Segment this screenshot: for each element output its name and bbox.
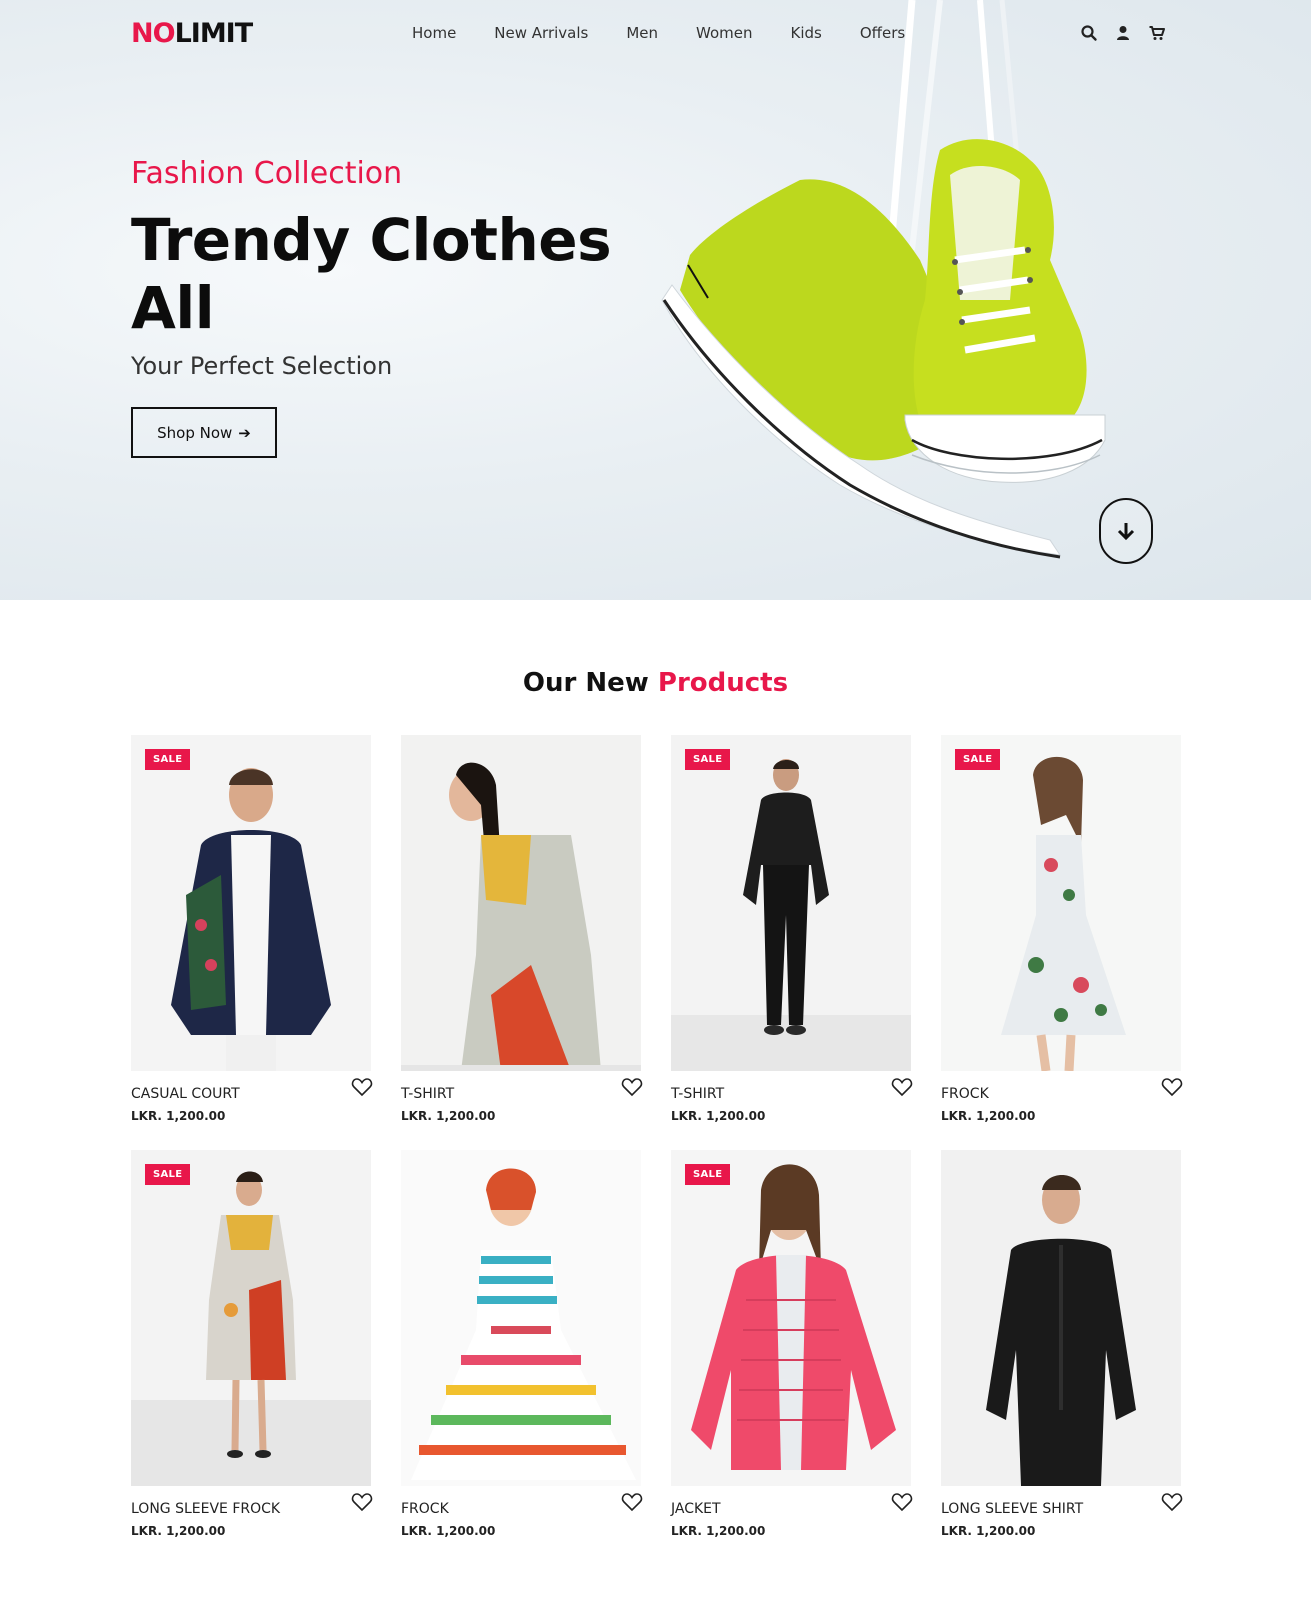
arrow-right-icon: ➔ xyxy=(238,424,251,442)
product-card[interactable]: SALE LONG SLEEVE FROCK LKR. 1,200.00 xyxy=(131,1150,373,1550)
arrow-down-icon xyxy=(1117,523,1135,541)
heart-icon[interactable] xyxy=(621,1491,643,1513)
product-image[interactable] xyxy=(131,735,371,1071)
products-section-title: Our New Products xyxy=(0,668,1311,698)
product-price: LKR. 1,200.00 xyxy=(671,1109,766,1123)
sale-badge: SALE xyxy=(685,1164,731,1185)
top-navigation: NOLIMIT Home New Arrivals Men Women Kids… xyxy=(0,0,1311,70)
heart-icon[interactable] xyxy=(351,1076,373,1098)
brand-logo-part2: LIMIT xyxy=(174,18,254,49)
brand-logo[interactable]: NOLIMIT xyxy=(131,18,254,49)
main-menu: Home New Arrivals Men Women Kids Offers xyxy=(412,24,905,42)
hero-title: Trendy Clothes All xyxy=(131,206,612,342)
product-name[interactable]: T-SHIRT xyxy=(401,1086,454,1102)
products-title-part2: Products xyxy=(657,668,789,698)
product-price: LKR. 1,200.00 xyxy=(131,1524,226,1538)
product-name[interactable]: FROCK xyxy=(401,1501,449,1517)
product-name[interactable]: JACKET xyxy=(671,1501,721,1517)
sale-badge: SALE xyxy=(145,749,191,770)
product-price: LKR. 1,200.00 xyxy=(941,1524,1036,1538)
sale-badge: SALE xyxy=(955,749,1001,770)
product-name[interactable]: LONG SLEEVE FROCK xyxy=(131,1501,280,1517)
products-title-part1: Our New xyxy=(522,668,649,698)
product-name[interactable]: LONG SLEEVE SHIRT xyxy=(941,1501,1083,1517)
product-image[interactable] xyxy=(671,1150,911,1486)
scroll-down-button[interactable] xyxy=(1099,498,1153,564)
cart-icon[interactable] xyxy=(1148,24,1166,42)
brand-logo-part1: NO xyxy=(131,18,176,49)
product-price: LKR. 1,200.00 xyxy=(941,1109,1036,1123)
product-card[interactable]: SALE T-SHIRT LKR. 1,200.00 xyxy=(671,735,913,1135)
product-price: LKR. 1,200.00 xyxy=(401,1109,496,1123)
product-card[interactable]: LONG SLEEVE SHIRT LKR. 1,200.00 xyxy=(941,1150,1183,1550)
hero-tagline: Your Perfect Selection xyxy=(131,352,393,380)
heart-icon[interactable] xyxy=(351,1491,373,1513)
sale-badge: SALE xyxy=(145,1164,191,1185)
product-image[interactable] xyxy=(401,735,641,1071)
product-image[interactable] xyxy=(671,735,911,1071)
sale-badge: SALE xyxy=(685,749,731,770)
product-image[interactable] xyxy=(941,1150,1181,1486)
heart-icon[interactable] xyxy=(891,1491,913,1513)
product-name[interactable]: FROCK xyxy=(941,1086,989,1102)
product-price: LKR. 1,200.00 xyxy=(401,1524,496,1538)
product-card[interactable]: T-SHIRT LKR. 1,200.00 xyxy=(401,735,643,1135)
nav-link-home[interactable]: Home xyxy=(412,24,456,42)
hero-subtitle: Fashion Collection xyxy=(131,156,403,191)
nav-icon-group xyxy=(1080,24,1166,42)
search-icon[interactable] xyxy=(1080,24,1098,42)
product-image[interactable] xyxy=(401,1150,641,1486)
product-card[interactable]: SALE CASUAL COURT LKR. 1,200.00 xyxy=(131,735,373,1135)
shop-now-button[interactable]: Shop Now ➔ xyxy=(131,407,277,458)
product-price: LKR. 1,200.00 xyxy=(671,1524,766,1538)
product-name[interactable]: CASUAL COURT xyxy=(131,1086,240,1102)
product-image[interactable] xyxy=(941,735,1181,1071)
product-price: LKR. 1,200.00 xyxy=(131,1109,226,1123)
heart-icon[interactable] xyxy=(621,1076,643,1098)
nav-link-women[interactable]: Women xyxy=(696,24,752,42)
nav-link-new-arrivals[interactable]: New Arrivals xyxy=(494,24,588,42)
nav-link-men[interactable]: Men xyxy=(626,24,658,42)
hero-banner: NOLIMIT Home New Arrivals Men Women Kids… xyxy=(0,0,1311,600)
nav-link-offers[interactable]: Offers xyxy=(860,24,905,42)
user-icon[interactable] xyxy=(1114,24,1132,42)
product-card[interactable]: SALE FROCK LKR. 1,200.00 xyxy=(941,735,1183,1135)
heart-icon[interactable] xyxy=(1161,1076,1183,1098)
heart-icon[interactable] xyxy=(1161,1491,1183,1513)
product-card[interactable]: SALE JACKET LKR. 1,200.00 xyxy=(671,1150,913,1550)
product-image[interactable] xyxy=(131,1150,371,1486)
product-name[interactable]: T-SHIRT xyxy=(671,1086,724,1102)
shop-now-label: Shop Now xyxy=(157,423,233,442)
product-card[interactable]: FROCK LKR. 1,200.00 xyxy=(401,1150,643,1550)
sneaker-image xyxy=(661,0,1106,559)
nav-link-kids[interactable]: Kids xyxy=(791,24,822,42)
heart-icon[interactable] xyxy=(891,1076,913,1098)
